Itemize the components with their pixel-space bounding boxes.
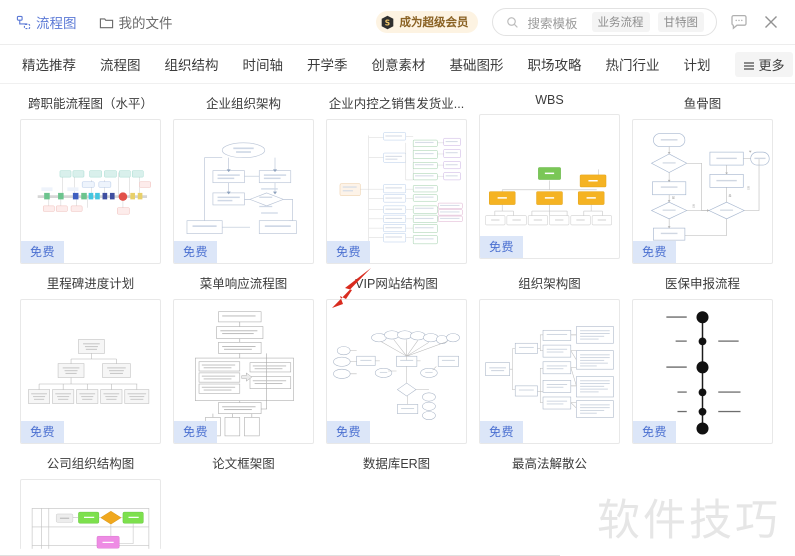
- template-card[interactable]: [20, 479, 161, 556]
- template-cell: 数据库ER图: [322, 444, 471, 556]
- template-title: 菜单响应流程图: [199, 277, 288, 291]
- template-cell: 企业内控之销售发货业... 免费: [322, 84, 471, 264]
- template-row: 里程碑进度计划 免费 菜单响应流程图 免费 VIP网站结构图 免费 组织架构图 …: [14, 264, 781, 444]
- free-badge: 免费: [480, 421, 524, 443]
- search-input[interactable]: 搜索模板: [527, 13, 577, 32]
- template-title: 公司组织结构图: [46, 457, 135, 471]
- header-tab-my-files[interactable]: 我的文件: [99, 12, 173, 32]
- free-badge: 免费: [21, 421, 65, 443]
- template-title: 企业组织架构: [205, 97, 281, 111]
- nav-item-7[interactable]: 职场攻略: [528, 54, 582, 74]
- template-title: 跨职能流程图（水平）: [27, 97, 153, 111]
- nav-item-9[interactable]: 计划: [684, 54, 711, 74]
- template-card[interactable]: 免费: [479, 299, 620, 444]
- free-badge: 免费: [327, 421, 371, 443]
- template-cell: 企业组织架构 免费: [169, 84, 318, 264]
- template-card[interactable]: 免费: [326, 299, 467, 444]
- more-categories-button[interactable]: 更多: [734, 51, 793, 77]
- feedback-icon[interactable]: [729, 12, 749, 32]
- free-badge: 免费: [327, 241, 371, 263]
- svg-text:S: S: [385, 18, 390, 27]
- template-cell: WBS 免费: [475, 84, 624, 264]
- template-cell: 公司组织结构图: [16, 444, 165, 556]
- template-card[interactable]: 免费: [173, 119, 314, 264]
- nav-item-2[interactable]: 组织结构: [165, 54, 219, 74]
- category-navbar: 精选推荐 流程图 组织结构 时间轴 开学季 创意素材 基础图形 职场攻略 热门行…: [0, 45, 795, 84]
- template-title: VIP网站结构图: [355, 277, 438, 291]
- template-title: 最高法解散公: [511, 457, 587, 471]
- window-bottom-edge: [0, 548, 560, 556]
- template-row: 公司组织结构图 论文框架图 数据库ER图 最高法解散公: [14, 444, 781, 556]
- close-icon[interactable]: [761, 12, 781, 32]
- free-badge: 免费: [633, 241, 677, 263]
- template-cell: [628, 444, 777, 556]
- nav-item-8[interactable]: 热门行业: [606, 54, 660, 74]
- svg-text:是: 是: [672, 194, 675, 199]
- template-title: 企业内控之销售发货业...: [328, 97, 465, 111]
- vip-crown-icon: S: [380, 15, 395, 30]
- template-card[interactable]: 免费: [326, 119, 467, 264]
- nav-item-1[interactable]: 流程图: [100, 54, 141, 74]
- template-cell: 医保申报流程 免费: [628, 264, 777, 444]
- vip-label: 成为超级会员: [399, 17, 469, 29]
- folder-icon: [99, 15, 114, 30]
- template-grid: 跨职能流程图（水平） 免费 企业组织架构 免费 企业内控之销售发货业... 免费…: [0, 84, 795, 556]
- free-badge: 免费: [633, 421, 677, 443]
- thumbnail-swimlane-color: [21, 480, 160, 556]
- svg-text:是: 是: [728, 193, 731, 198]
- nav-item-6[interactable]: 基础图形: [450, 54, 504, 74]
- template-title: 鱼骨图: [683, 97, 722, 111]
- header-tab-label: 我的文件: [118, 16, 173, 31]
- template-card[interactable]: 免费: [632, 299, 773, 444]
- template-card[interactable]: 免费: [173, 299, 314, 444]
- flowchart-icon: [16, 15, 31, 30]
- template-cell: 组织架构图 免费: [475, 264, 624, 444]
- svg-text:否: 否: [747, 186, 750, 190]
- become-vip-button[interactable]: S 成为超级会员: [376, 11, 479, 33]
- template-cell: 鱼骨图 否 是 是 否 免费: [628, 84, 777, 264]
- template-title: 论文框架图: [212, 457, 275, 471]
- more-label: 更多: [758, 57, 785, 73]
- search-tag-gantt[interactable]: 甘特图: [657, 12, 704, 32]
- template-title: 数据库ER图: [362, 457, 431, 471]
- header-tab-label: 流程图: [36, 16, 77, 31]
- svg-text:否: 否: [692, 204, 695, 208]
- template-cell: 菜单响应流程图 免费: [169, 264, 318, 444]
- template-title: 医保申报流程: [664, 277, 740, 291]
- template-title: WBS: [535, 93, 564, 107]
- template-card[interactable]: 免费: [479, 114, 620, 259]
- free-badge: 免费: [21, 241, 65, 263]
- window-header: 流程图 我的文件 S 成为超级会员 搜索模板 业务流程 甘特图: [0, 0, 795, 45]
- header-tab-flowchart[interactable]: 流程图: [16, 12, 77, 32]
- free-badge: 免费: [480, 236, 524, 258]
- template-card[interactable]: 否是 是否 免费: [632, 119, 773, 264]
- search-box[interactable]: 搜索模板 业务流程 甘特图: [492, 8, 717, 36]
- template-cell: 论文框架图: [169, 444, 318, 556]
- template-title: 组织架构图: [518, 277, 581, 291]
- template-cell: VIP网站结构图 免费: [322, 264, 471, 444]
- nav-item-3[interactable]: 时间轴: [243, 54, 284, 74]
- template-cell: 跨职能流程图（水平） 免费: [16, 84, 165, 264]
- nav-item-4[interactable]: 开学季: [307, 54, 348, 74]
- search-icon: [506, 16, 519, 29]
- template-gallery-window: 流程图 我的文件 S 成为超级会员 搜索模板 业务流程 甘特图 精选推荐 流程图…: [0, 0, 795, 556]
- free-badge: 免费: [174, 421, 218, 443]
- template-row: 跨职能流程图（水平） 免费 企业组织架构 免费 企业内控之销售发货业... 免费…: [14, 84, 781, 264]
- template-cell: 最高法解散公: [475, 444, 624, 556]
- template-cell: 里程碑进度计划 免费: [16, 264, 165, 444]
- hamburger-icon: [743, 59, 755, 70]
- nav-item-0[interactable]: 精选推荐: [22, 54, 76, 74]
- free-badge: 免费: [174, 241, 218, 263]
- search-tag-business-process[interactable]: 业务流程: [591, 12, 650, 32]
- nav-item-5[interactable]: 创意素材: [372, 54, 426, 74]
- template-title: 里程碑进度计划: [46, 277, 135, 291]
- template-card[interactable]: 免费: [20, 119, 161, 264]
- template-card[interactable]: 免费: [20, 299, 161, 444]
